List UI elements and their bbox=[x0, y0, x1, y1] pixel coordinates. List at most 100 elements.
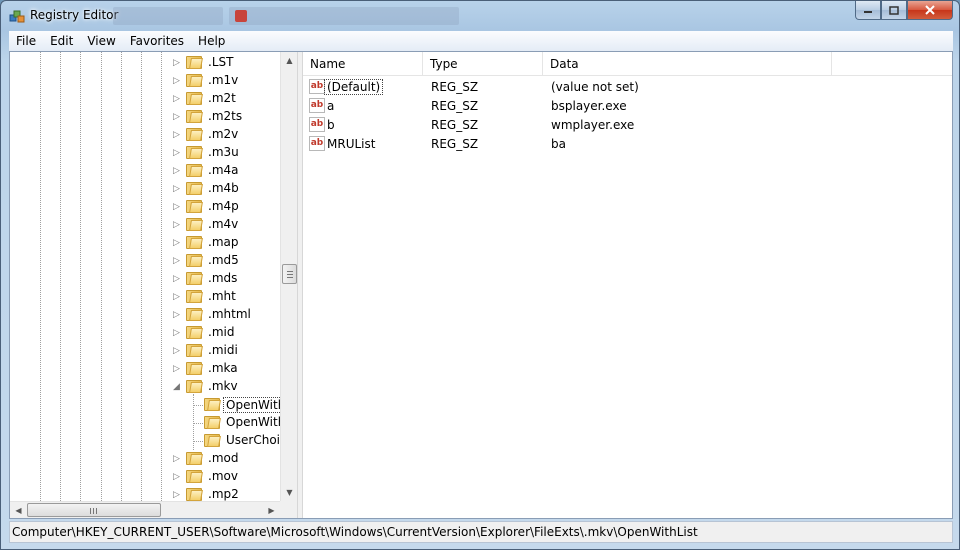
tree-item[interactable]: ▷ .md5 bbox=[10, 252, 297, 270]
collapse-icon[interactable]: ◢ bbox=[173, 381, 182, 393]
expand-icon[interactable]: ▷ bbox=[173, 453, 182, 465]
tree-item-label: .m4a bbox=[208, 163, 239, 177]
registry-editor-window: Registry Editor File Edit View Favorites… bbox=[0, 0, 960, 550]
tree-item[interactable]: ▷ .m2v bbox=[10, 126, 297, 144]
scroll-down-icon[interactable]: ▼ bbox=[281, 484, 298, 501]
value-row[interactable]: ab MRUList REG_SZ ba bbox=[303, 135, 952, 154]
tree-horizontal-scrollbar[interactable]: ◀ ▶ bbox=[10, 501, 297, 518]
tree-item[interactable]: ▷ .LST bbox=[10, 54, 297, 72]
tree-item-label: .mid bbox=[208, 325, 235, 339]
close-button[interactable] bbox=[907, 1, 953, 20]
expand-icon[interactable]: ▷ bbox=[173, 165, 182, 177]
window-title: Registry Editor bbox=[30, 8, 119, 22]
registry-tree[interactable]: ▷ .LST ▷ .m1v ▷ .m2t ▷ .m2ts ▷ .m2v ▷ .m3u ▷ .m4a ▷ .m4… bbox=[10, 52, 297, 501]
expand-icon[interactable]: ▷ bbox=[173, 255, 182, 267]
column-header-name[interactable]: Name bbox=[303, 52, 423, 76]
folder-icon bbox=[186, 308, 203, 321]
tree-item[interactable]: ▷ .mov bbox=[10, 468, 297, 486]
tree-item[interactable]: ▷ .map bbox=[10, 234, 297, 252]
expand-icon[interactable]: ▷ bbox=[173, 291, 182, 303]
tree-item-label: .mka bbox=[208, 361, 238, 375]
values-list[interactable]: Name Type Data ab (Default) REG_SZ (value n… bbox=[303, 52, 952, 518]
tree-item[interactable]: ▷ .mid bbox=[10, 324, 297, 342]
scroll-thumb[interactable] bbox=[282, 264, 297, 284]
menu-favorites[interactable]: Favorites bbox=[123, 34, 191, 48]
minimize-icon bbox=[864, 11, 872, 13]
tree-item-label: OpenWith bbox=[226, 415, 286, 429]
tree-item-label: .LST bbox=[208, 55, 234, 69]
tree-item[interactable]: ▷ .mod bbox=[10, 450, 297, 468]
column-header-type[interactable]: Type bbox=[423, 52, 543, 76]
tree-item[interactable]: ▷ .mhtml bbox=[10, 306, 297, 324]
tree-item[interactable]: ▷ .mds bbox=[10, 270, 297, 288]
tree-item-label: .m2v bbox=[208, 127, 239, 141]
maximize-button[interactable] bbox=[881, 1, 907, 20]
menu-help[interactable]: Help bbox=[191, 34, 232, 48]
tree-vertical-scrollbar[interactable]: ▲ ▼ bbox=[280, 52, 297, 501]
expand-icon[interactable]: ▷ bbox=[173, 129, 182, 141]
expand-icon[interactable]: ▷ bbox=[173, 57, 182, 69]
tree-item-label: .mod bbox=[208, 451, 239, 465]
tree-item-label: .m3u bbox=[208, 145, 239, 159]
tree-item[interactable]: ▷ .m4b bbox=[10, 180, 297, 198]
expand-icon[interactable]: ▷ bbox=[173, 327, 182, 339]
folder-icon bbox=[186, 254, 203, 267]
tree-item[interactable]: ▷ .mp2 bbox=[10, 486, 297, 501]
tree-item[interactable]: ▷ .m1v bbox=[10, 72, 297, 90]
menu-view[interactable]: View bbox=[80, 34, 122, 48]
tree-item[interactable]: ▷ .m3u bbox=[10, 144, 297, 162]
expand-icon[interactable]: ▷ bbox=[173, 489, 182, 501]
scroll-right-icon[interactable]: ▶ bbox=[263, 502, 280, 519]
tree-item[interactable]: UserChoic bbox=[10, 432, 297, 450]
list-header: Name Type Data bbox=[303, 52, 952, 76]
tree-item[interactable]: ▷ .m2t bbox=[10, 90, 297, 108]
expand-icon[interactable]: ▷ bbox=[173, 309, 182, 321]
value-row[interactable]: ab a REG_SZ bsplayer.exe bbox=[303, 97, 952, 116]
tree-item[interactable]: ▷ .mht bbox=[10, 288, 297, 306]
tree-item[interactable]: ▷ .m4v bbox=[10, 216, 297, 234]
expand-icon[interactable]: ▷ bbox=[173, 219, 182, 231]
tree-item[interactable]: OpenWith bbox=[10, 396, 297, 414]
title-bar[interactable]: Registry Editor bbox=[1, 1, 959, 31]
value-data: (value not set) bbox=[551, 80, 639, 94]
expand-icon[interactable]: ▷ bbox=[173, 147, 182, 159]
tree-item[interactable]: ▷ .m4a bbox=[10, 162, 297, 180]
folder-icon bbox=[186, 326, 203, 339]
expand-icon[interactable]: ▷ bbox=[173, 201, 182, 213]
scroll-left-icon[interactable]: ◀ bbox=[10, 502, 27, 519]
scrollbar-corner bbox=[280, 501, 297, 518]
folder-icon bbox=[186, 272, 203, 285]
expand-icon[interactable]: ▷ bbox=[173, 345, 182, 357]
maximize-icon bbox=[889, 5, 899, 15]
column-header-data[interactable]: Data bbox=[543, 52, 832, 76]
expand-icon[interactable]: ▷ bbox=[173, 93, 182, 105]
menu-edit[interactable]: Edit bbox=[43, 34, 80, 48]
tree-item[interactable]: OpenWith bbox=[10, 414, 297, 432]
tree-item[interactable]: ▷ .m4p bbox=[10, 198, 297, 216]
tree-item[interactable]: ▷ .mka bbox=[10, 360, 297, 378]
folder-icon bbox=[186, 164, 203, 177]
folder-icon bbox=[186, 92, 203, 105]
expand-icon[interactable]: ▷ bbox=[173, 111, 182, 123]
expand-icon[interactable]: ▷ bbox=[173, 183, 182, 195]
expand-icon[interactable]: ▷ bbox=[173, 75, 182, 87]
expand-icon[interactable]: ▷ bbox=[173, 363, 182, 375]
value-type: REG_SZ bbox=[431, 118, 479, 132]
tree-item[interactable]: ◢ .mkv bbox=[10, 378, 297, 396]
value-name: MRUList bbox=[327, 137, 376, 151]
minimize-button[interactable] bbox=[855, 1, 881, 20]
value-row[interactable]: ab (Default) REG_SZ (value not set) bbox=[303, 78, 952, 97]
horizontal-scroll-thumb[interactable] bbox=[27, 503, 161, 517]
expand-icon[interactable]: ▷ bbox=[173, 471, 182, 483]
expand-icon[interactable]: ▷ bbox=[173, 273, 182, 285]
value-type: REG_SZ bbox=[431, 99, 479, 113]
scroll-up-icon[interactable]: ▲ bbox=[281, 52, 298, 69]
value-row[interactable]: ab b REG_SZ wmplayer.exe bbox=[303, 116, 952, 135]
value-data: wmplayer.exe bbox=[551, 118, 635, 132]
tree-item[interactable]: ▷ .m2ts bbox=[10, 108, 297, 126]
menu-file[interactable]: File bbox=[9, 34, 43, 48]
expand-icon[interactable]: ▷ bbox=[173, 237, 182, 249]
folder-icon bbox=[186, 344, 203, 357]
folder-icon bbox=[186, 236, 203, 249]
tree-item[interactable]: ▷ .midi bbox=[10, 342, 297, 360]
